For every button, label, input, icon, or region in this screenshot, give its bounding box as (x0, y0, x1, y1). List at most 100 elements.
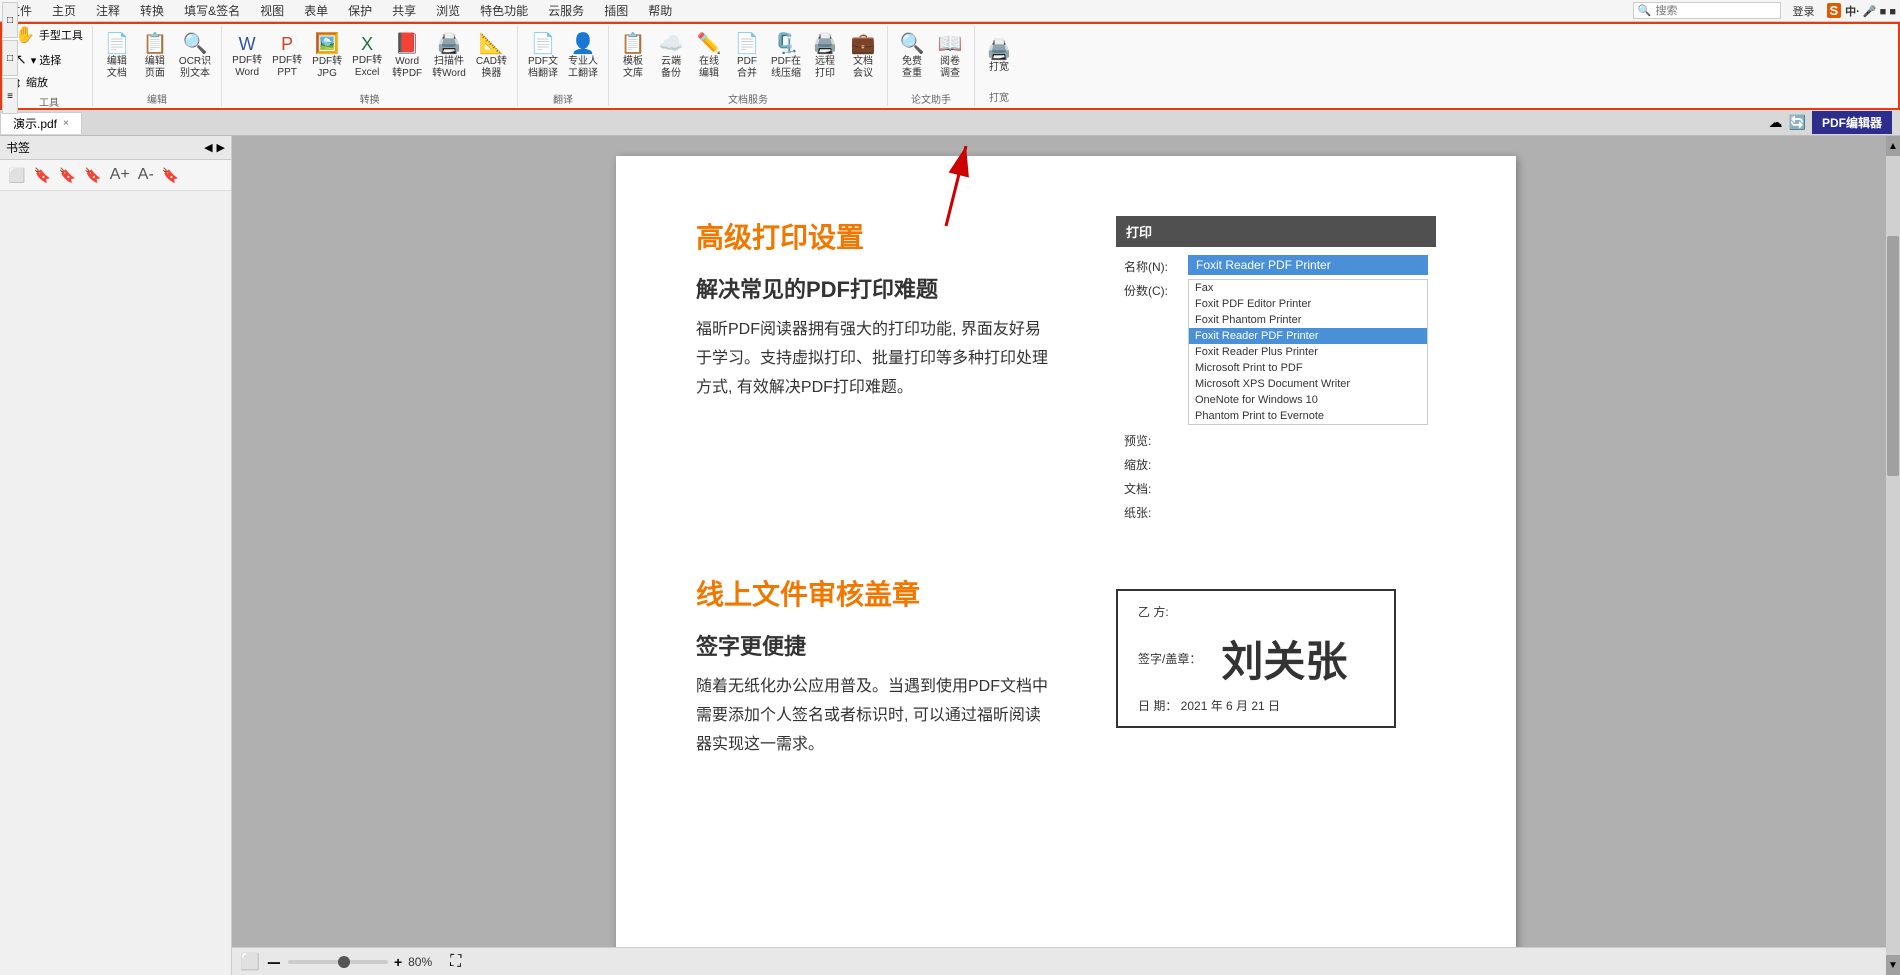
menu-share[interactable]: 共享 (388, 0, 420, 21)
sidebar-tool-7[interactable]: 🔖 (160, 165, 181, 186)
edit-doc-btn[interactable]: 📄 编辑文档 (99, 27, 135, 87)
reading-label: 阅卷调查 (940, 56, 960, 80)
tab-close-btn[interactable]: × (63, 118, 69, 129)
menu-view[interactable]: 视图 (256, 0, 288, 21)
printer-foxit-editor[interactable]: Foxit PDF Editor Printer (1189, 296, 1427, 312)
online-edit-btn[interactable]: ✏️ 在线编辑 (691, 27, 727, 87)
online-compress-btn[interactable]: 🗜️ PDF在线压缩 (767, 27, 805, 87)
pdf-translate-btn[interactable]: 📄 PDF文档翻译 (524, 27, 562, 87)
template-icon: 📋 (621, 34, 646, 54)
edit-page-btn[interactable]: 📋 编辑页面 (137, 27, 173, 87)
menu-protect[interactable]: 保护 (344, 0, 376, 21)
remote-print-icon: 🖨️ (813, 34, 838, 54)
content-area[interactable]: 高级打印设置 解决常见的PDF打印难题 福昕PDF阅读器拥有强大的打印功能, 界… (232, 136, 1900, 975)
hand-tool-btn[interactable]: ✋ 手型工具 (12, 23, 86, 47)
menu-media[interactable]: 插图 (600, 0, 632, 21)
menu-home[interactable]: 主页 (48, 0, 80, 21)
remote-print-btn[interactable]: 🖨️ 远程打印 (807, 27, 843, 87)
sidebar-tool-2[interactable]: 🔖 (31, 165, 52, 186)
reading-survey-btn[interactable]: 📖 阅卷调查 (932, 27, 968, 87)
menu-form[interactable]: 表单 (300, 0, 332, 21)
printer-ms-xps[interactable]: Microsoft XPS Document Writer (1189, 376, 1427, 392)
pdf-editor-label[interactable]: PDF编辑器 (1812, 111, 1892, 134)
sidebar-tool-6[interactable]: A- (136, 164, 156, 186)
search-input[interactable] (1656, 5, 1776, 17)
printer-foxit-phantom[interactable]: Foxit Phantom Printer (1189, 312, 1427, 328)
ocr-btn[interactable]: 🔍 OCR识别文本 (175, 27, 215, 87)
cloud-backup-btn[interactable]: ☁️ 云端备份 (653, 27, 689, 87)
printer-foxit-plus[interactable]: Foxit Reader Plus Printer (1189, 344, 1427, 360)
login-btn[interactable]: 登录 (1793, 3, 1815, 19)
doc-label: 文档: (1124, 477, 1184, 497)
printer-fax[interactable]: Fax (1189, 280, 1427, 296)
sogou-s-icon: S (1827, 3, 1842, 18)
section1-body: 福昕PDF阅读器拥有强大的打印功能, 界面友好易 于学习。支持虚拟打印、批量打印… (696, 316, 1076, 402)
menu-browse[interactable]: 浏览 (432, 0, 464, 21)
menu-sign[interactable]: 填写&签名 (180, 0, 244, 21)
edit-section-label: 编辑 (147, 91, 167, 106)
menu-comment[interactable]: 注释 (92, 0, 124, 21)
vertical-scrollbar[interactable]: ▲ ▼ (1886, 136, 1900, 975)
doc-meeting-btn[interactable]: 💼 文档会议 (845, 27, 881, 87)
zoom-btn[interactable]: ↕ 缩放 (12, 72, 86, 92)
menu-help[interactable]: 帮助 (644, 0, 676, 21)
check-dup-icon: 🔍 (900, 34, 925, 54)
sidebar-tool-5[interactable]: A+ (108, 164, 132, 186)
sidebar-tool-3[interactable]: 🔖 (57, 165, 78, 186)
pro-translate-btn[interactable]: 👤 专业人工翻译 (564, 27, 602, 87)
printer-foxit-reader[interactable]: Foxit Reader PDF Printer (1189, 328, 1427, 344)
sidebar-nav-prev[interactable]: ◀ (204, 141, 212, 154)
pdf-to-excel-btn[interactable]: X PDF转Excel (348, 27, 386, 87)
printer-onenote[interactable]: OneNote for Windows 10 (1189, 392, 1427, 408)
printer-ms-pdf[interactable]: Microsoft Print to PDF (1189, 360, 1427, 376)
check-dup-label: 免费查重 (902, 56, 922, 80)
zoom-plus-btn[interactable]: + (394, 954, 402, 970)
printer-name-row: 名称(N): Foxit Reader PDF Printer (1124, 255, 1428, 275)
select-btn[interactable]: ↖ ▾ 选择 (12, 49, 86, 70)
translate-section: 📄 PDF文档翻译 👤 专业人工翻译 翻译 (518, 26, 609, 106)
menu-feature[interactable]: 特色功能 (476, 0, 532, 21)
zoom-slider[interactable] (288, 960, 388, 964)
zoom-minus-btn[interactable]: － (266, 950, 282, 974)
pro-translate-icon: 👤 (571, 34, 596, 54)
doc-service-section: 📋 模板文库 ☁️ 云端备份 ✏️ 在线编辑 📄 PDF合并 🗜️ PDF在线压… (609, 26, 888, 106)
menu-convert[interactable]: 转换 (136, 0, 168, 21)
menu-bar: 文件 主页 注释 转换 填写&签名 视图 表单 保护 共享 浏览 特色功能 云服… (0, 0, 1900, 22)
scroll-down-btn[interactable]: ▼ (1886, 955, 1900, 975)
edit-section: 📄 编辑文档 📋 编辑页面 🔍 OCR识别文本 编辑 (93, 26, 222, 106)
printer-selected[interactable]: Foxit Reader PDF Printer (1188, 255, 1428, 275)
menu-cloud[interactable]: 云服务 (544, 0, 588, 21)
printer-list[interactable]: Fax Foxit PDF Editor Printer Foxit Phant… (1188, 279, 1428, 425)
printer-phantom-evernote[interactable]: Phantom Print to Evernote (1189, 408, 1427, 424)
zoom-thumb[interactable] (338, 956, 350, 968)
check-dup-btn[interactable]: 🔍 免费查重 (894, 27, 930, 87)
pro-translate-label: 专业人工翻译 (568, 56, 598, 80)
cad-convert-btn[interactable]: 📐 CAD转换器 (472, 27, 511, 87)
scan-to-word-btn[interactable]: 🖨️ 扫描件转Word (428, 27, 470, 87)
pdf-excel-label: PDF转Excel (352, 55, 382, 79)
word-to-pdf-btn[interactable]: 📕 Word转PDF (388, 27, 426, 87)
print-section: 🖨️ 打宽 打宽 (975, 26, 1023, 106)
stamp-box: 乙 方: 签字/盖章： 刘关张 日 期： 2021 年 6 月 21 日 (1116, 589, 1396, 728)
template-btn[interactable]: 📋 模板文库 (615, 27, 651, 87)
sidebar-content[interactable]: □ □ ≡ (0, 191, 231, 975)
scale-label: 缩放: (1124, 453, 1184, 473)
cad-icon: 📐 (479, 34, 504, 54)
convert-section-label: 转换 (360, 91, 380, 106)
thumbnail-icon[interactable]: ⬜ (240, 952, 260, 972)
sogou-input: S 中· 🎤 ■ ■ (1827, 3, 1897, 19)
sidebar-tool-4[interactable]: 🔖 (82, 165, 103, 186)
pdf-merge-btn[interactable]: 📄 PDF合并 (729, 27, 765, 87)
scroll-up-btn[interactable]: ▲ (1886, 136, 1900, 156)
scroll-thumb[interactable] (1887, 236, 1899, 476)
print-btn[interactable]: 🖨️ 打宽 (981, 28, 1017, 85)
fullscreen-btn[interactable]: ⛶ (450, 953, 461, 971)
sidebar-nav-next[interactable]: ▶ (217, 141, 225, 154)
translate-buttons: 📄 PDF文档翻译 👤 专业人工翻译 (524, 27, 602, 87)
pdf-to-jpg-btn[interactable]: 🖼️ PDF转JPG (308, 27, 346, 87)
pdf-to-ppt-btn[interactable]: P PDF转PPT (268, 27, 306, 87)
sidebar-tool-1[interactable]: ⬜ (6, 165, 27, 186)
red-arrow (906, 136, 986, 246)
pdf-page: 高级打印设置 解决常见的PDF打印难题 福昕PDF阅读器拥有强大的打印功能, 界… (616, 156, 1516, 956)
pdf-to-word-btn[interactable]: W PDF转Word (228, 27, 266, 87)
